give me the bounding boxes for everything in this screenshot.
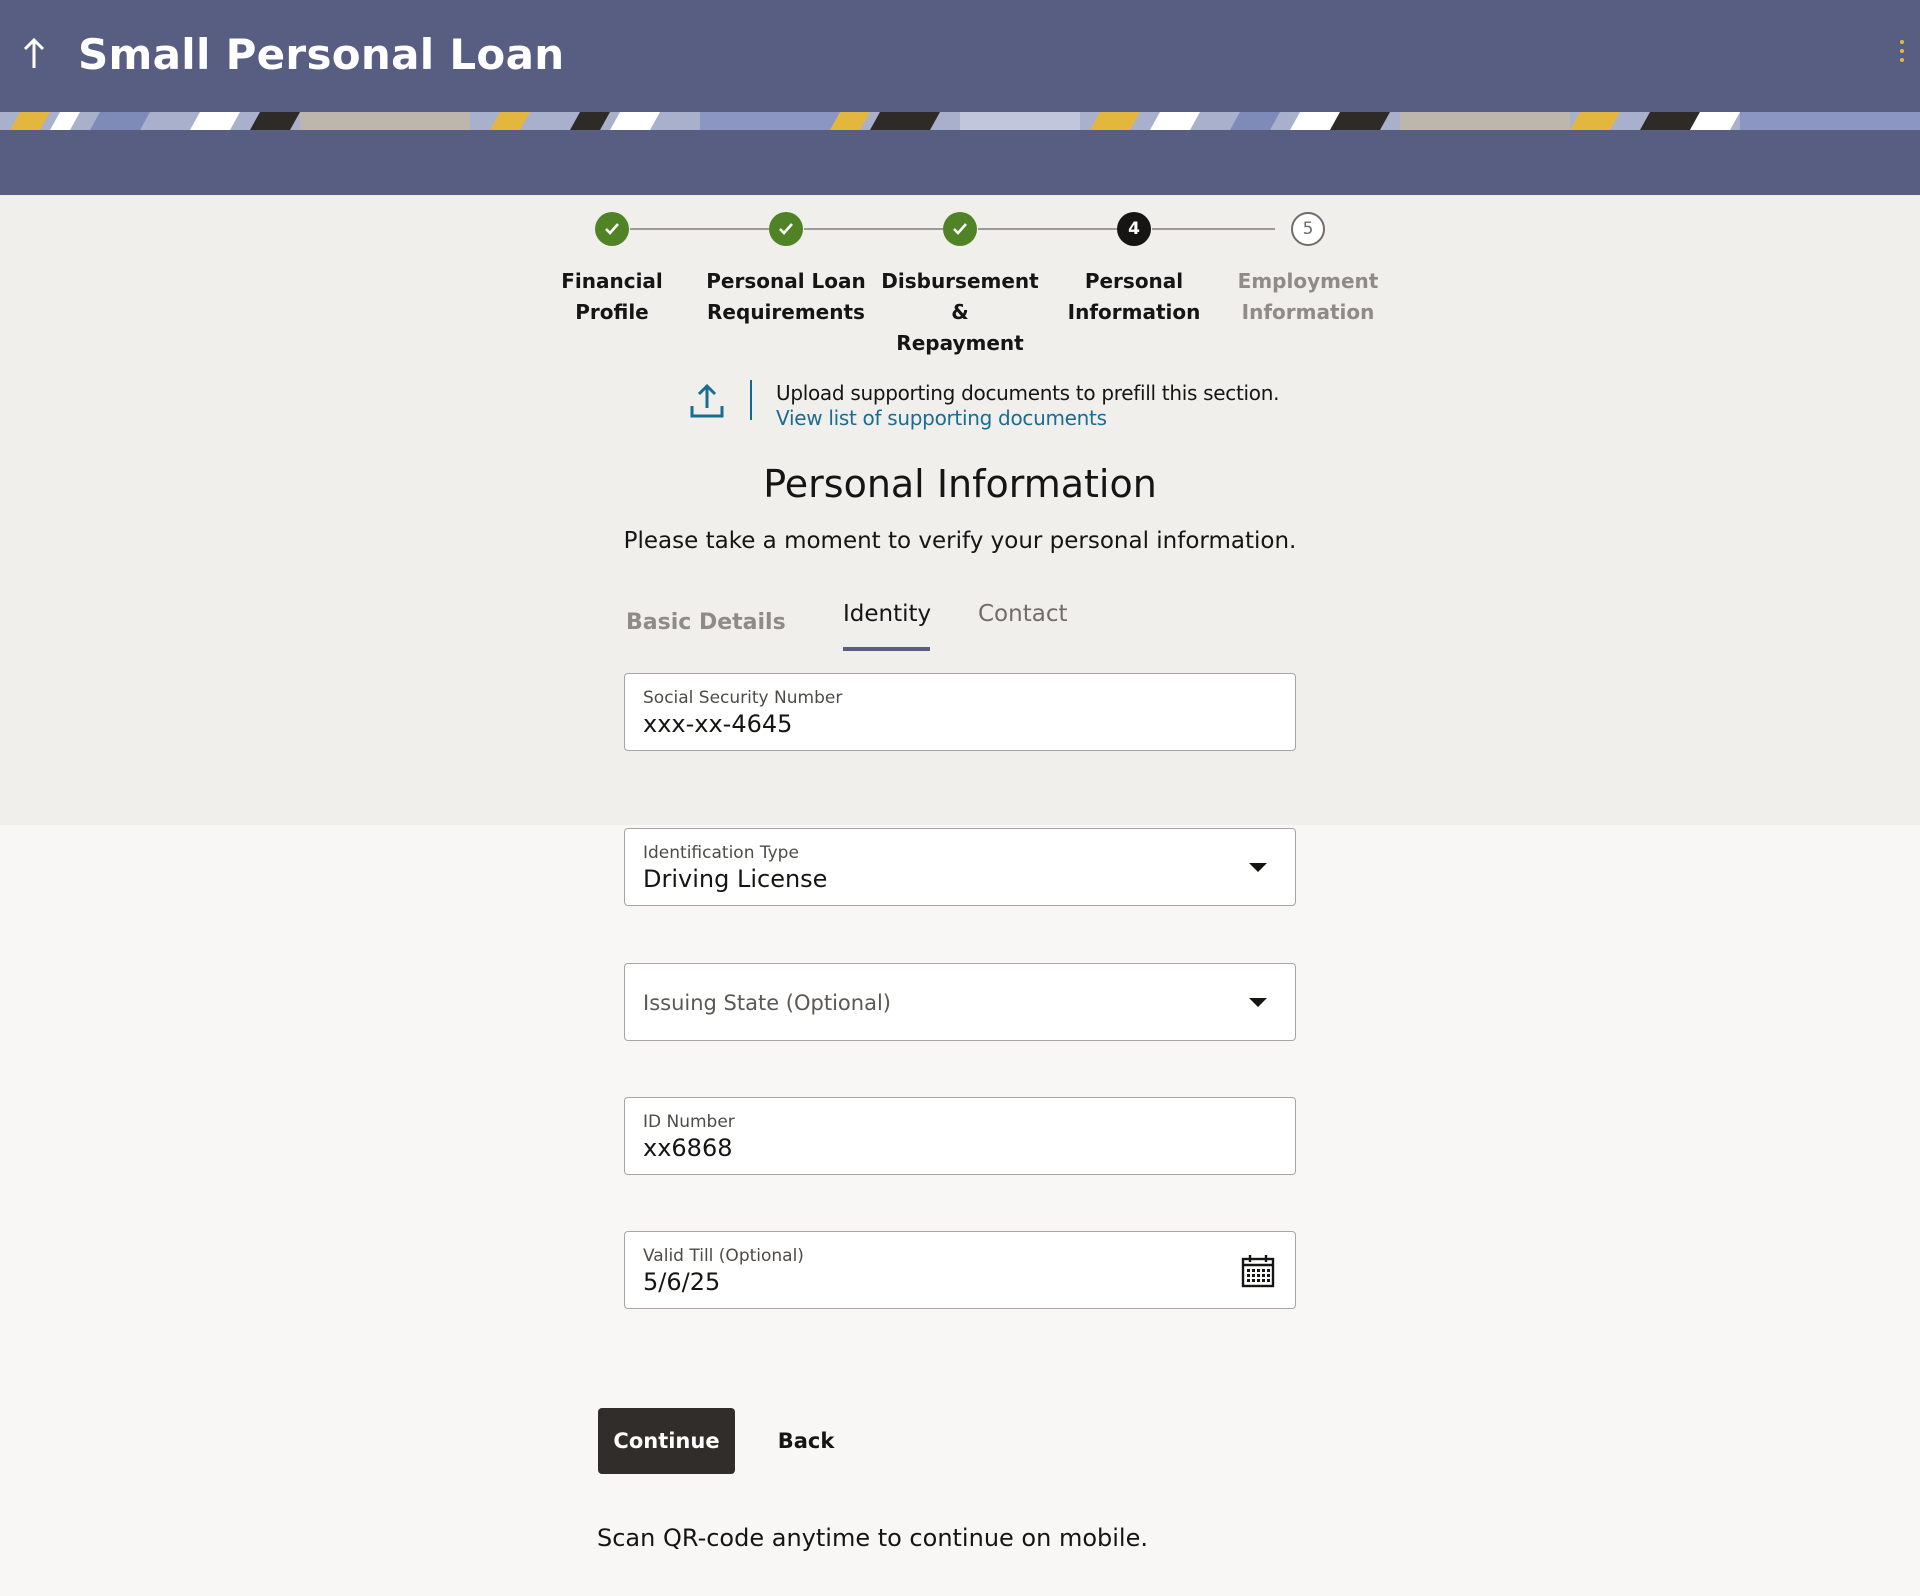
ssn-value: xxx-xx-4645 bbox=[643, 710, 793, 738]
step-3-label: Disbursement & Repayment bbox=[881, 269, 1039, 355]
issuing-state-select[interactable]: Issuing State (Optional) bbox=[624, 963, 1296, 1041]
step-5-label: Employment Information bbox=[1237, 269, 1379, 324]
step-4-current: 4 bbox=[1117, 212, 1151, 246]
step-connector bbox=[630, 228, 769, 230]
check-icon bbox=[605, 223, 619, 235]
chevron-down-icon[interactable] bbox=[1249, 998, 1267, 1007]
issuing-state-placeholder: Issuing State (Optional) bbox=[643, 991, 891, 1015]
valid-till-value: 5/6/25 bbox=[643, 1268, 721, 1296]
active-tab-indicator bbox=[843, 647, 930, 651]
id-number-label: ID Number bbox=[643, 1112, 735, 1132]
check-icon bbox=[779, 223, 793, 235]
ssn-label: Social Security Number bbox=[643, 688, 843, 708]
identification-type-label: Identification Type bbox=[643, 843, 799, 863]
header-bottom-band bbox=[0, 130, 1920, 195]
tab-contact[interactable]: Contact bbox=[978, 601, 1067, 627]
tab-identity[interactable]: Identity bbox=[843, 601, 931, 627]
id-number-field[interactable]: ID Number xx6868 bbox=[624, 1097, 1296, 1175]
step-connector bbox=[804, 228, 943, 230]
page-title: Small Personal Loan bbox=[78, 30, 565, 79]
qr-code-hint: Scan QR-code anytime to continue on mobi… bbox=[597, 1524, 1148, 1552]
upload-prompt-text: Upload supporting documents to prefill t… bbox=[776, 381, 1280, 405]
back-button[interactable]: Back bbox=[766, 1408, 846, 1474]
id-number-value: xx6868 bbox=[643, 1134, 733, 1162]
upload-icon[interactable] bbox=[689, 380, 725, 420]
step-1-complete-icon bbox=[595, 212, 629, 246]
up-arrow-icon[interactable] bbox=[18, 34, 50, 74]
continue-button[interactable]: Continue bbox=[598, 1408, 735, 1474]
decorative-pattern-band bbox=[0, 112, 1920, 130]
step-3-complete-icon bbox=[943, 212, 977, 246]
kebab-menu-icon[interactable] bbox=[1896, 40, 1908, 68]
chevron-down-icon[interactable] bbox=[1249, 863, 1267, 872]
check-icon bbox=[953, 223, 967, 235]
header-title-bar: Small Personal Loan bbox=[0, 0, 1920, 112]
identification-type-select[interactable]: Identification Type Driving License bbox=[624, 828, 1296, 906]
valid-till-label: Valid Till (Optional) bbox=[643, 1246, 804, 1266]
step-connector bbox=[1152, 228, 1275, 230]
app-header: Small Personal Loan bbox=[0, 0, 1920, 195]
step-1-label: Financial Profile bbox=[561, 269, 663, 324]
valid-till-date-field[interactable]: Valid Till (Optional) 5/6/25 bbox=[624, 1231, 1296, 1309]
identification-type-value: Driving License bbox=[643, 865, 828, 893]
step-2-complete-icon bbox=[769, 212, 803, 246]
upload-divider bbox=[750, 380, 752, 420]
step-5-upcoming: 5 bbox=[1291, 212, 1325, 246]
step-4-label: Personal Information bbox=[1067, 269, 1201, 324]
step-connector bbox=[978, 228, 1117, 230]
ssn-field[interactable]: Social Security Number xxx-xx-4645 bbox=[624, 673, 1296, 751]
step-2-label: Personal Loan Requirements bbox=[706, 269, 866, 324]
tab-basic-details[interactable]: Basic Details bbox=[626, 610, 786, 635]
calendar-icon[interactable] bbox=[1241, 1254, 1275, 1288]
section-subtitle: Please take a moment to verify your pers… bbox=[623, 528, 1297, 554]
section-title: Personal Information bbox=[763, 462, 1157, 506]
view-supporting-documents-link[interactable]: View list of supporting documents bbox=[776, 406, 1107, 430]
